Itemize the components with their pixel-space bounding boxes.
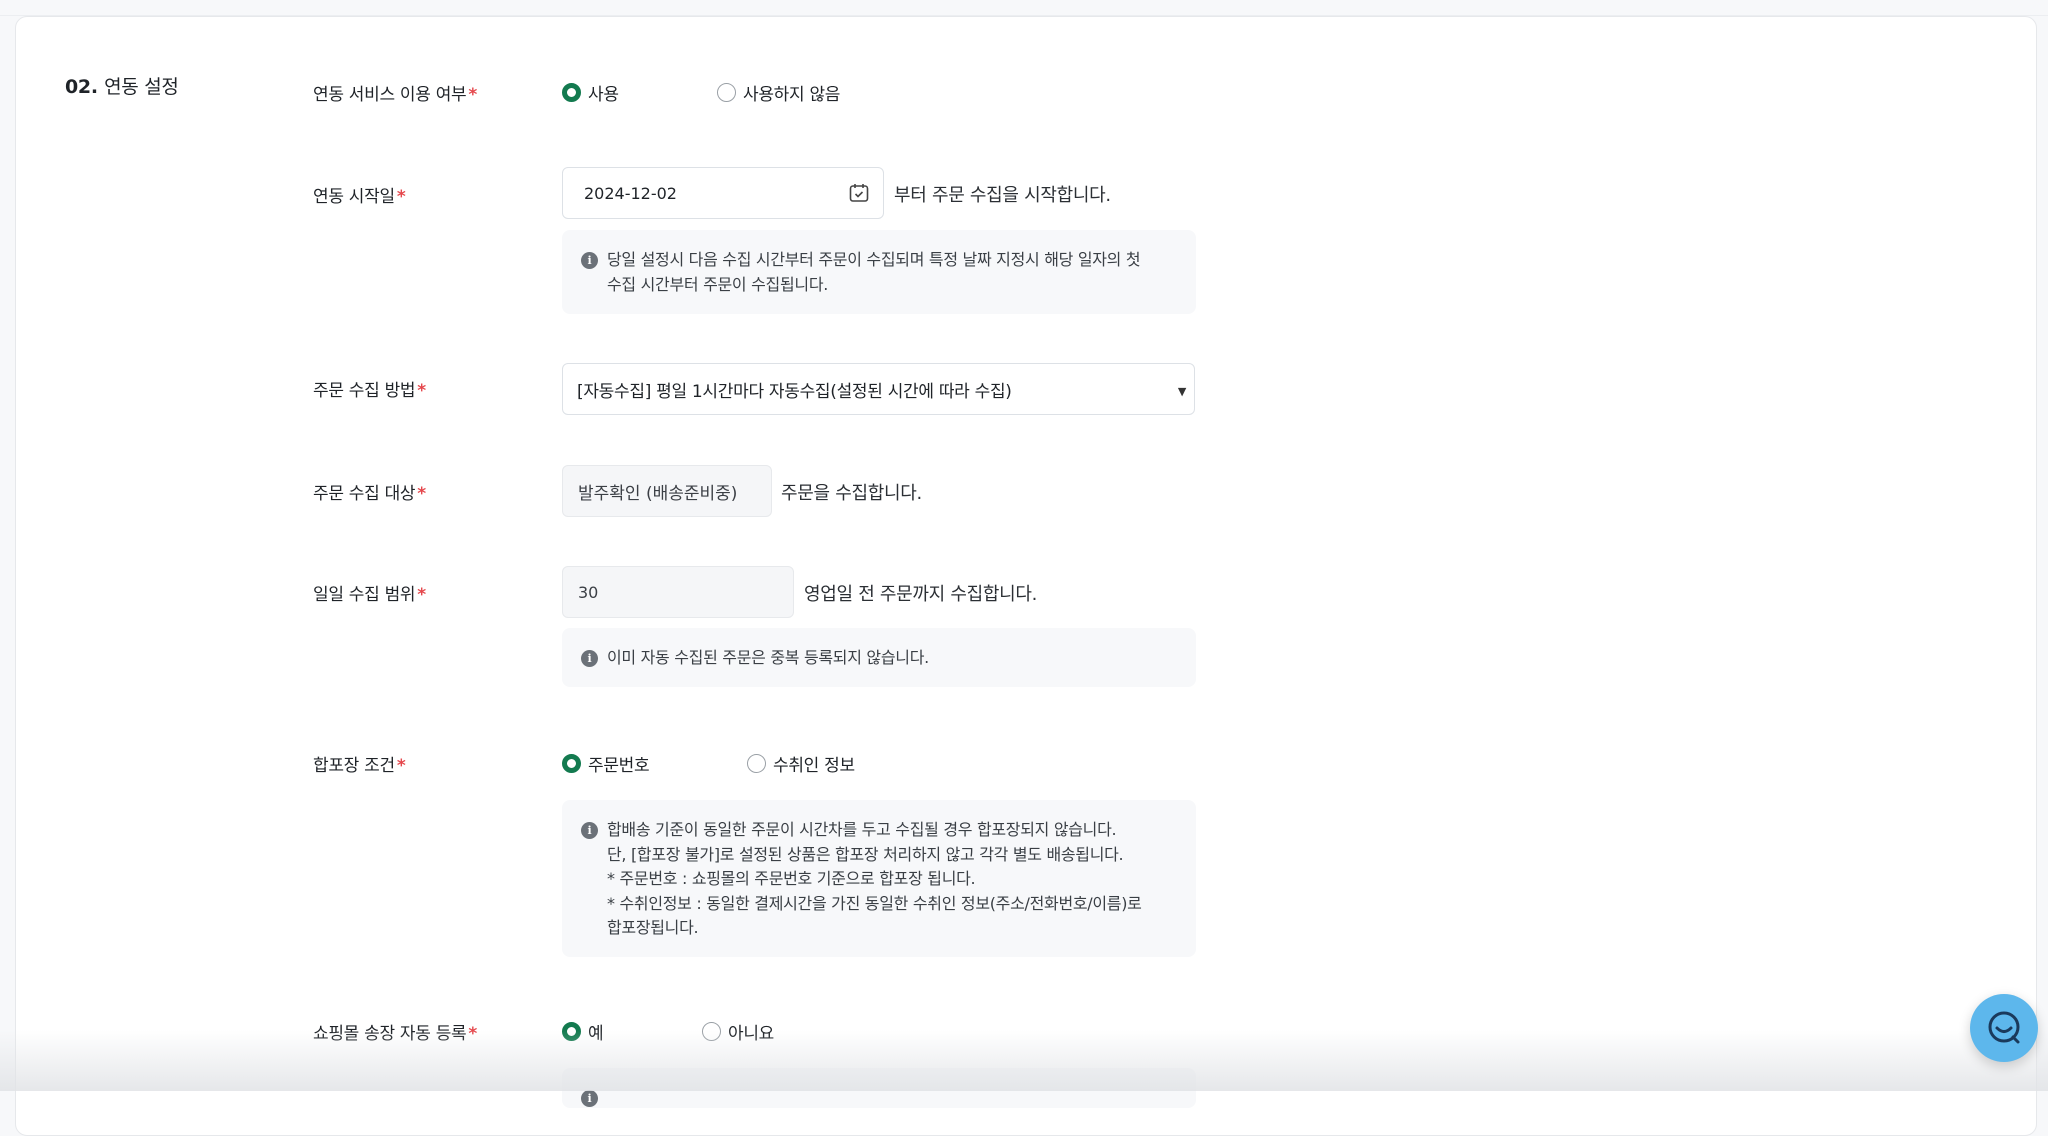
caret-down-icon: ▼	[1177, 385, 1186, 398]
collect-target-suffix: 주문을 수집합니다.	[781, 483, 922, 504]
daily-range-suffix: 영업일 전 주문까지 수집합니다.	[804, 584, 1038, 605]
radio-auto-invoice-yes[interactable]: 예	[562, 1019, 604, 1044]
section-title: 02. 연동 설정	[65, 72, 179, 99]
radio-service-use-no[interactable]: 사용하지 않음	[717, 80, 840, 105]
radio-auto-invoice-no[interactable]: 아니요	[702, 1019, 774, 1044]
start-date-suffix: 부터 주문 수집을 시작합니다.	[894, 185, 1111, 206]
required-mark: *	[468, 1024, 477, 1044]
radio-combine-order-number[interactable]: 주문번호	[562, 751, 650, 776]
required-mark: *	[417, 484, 426, 504]
start-date-info: i 당일 설정시 다음 수집 시간부터 주문이 수집되며 특정 날짜 지정시 해…	[562, 230, 1196, 314]
combine-condition-label: 합포장 조건 *	[313, 756, 406, 776]
service-use-label: 연동 서비스 이용 여부 *	[313, 85, 477, 105]
info-icon: i	[581, 650, 598, 667]
collect-method-label: 주문 수집 방법 *	[313, 381, 426, 401]
radio-dot	[717, 83, 736, 102]
info-icon: i	[581, 1090, 598, 1107]
start-date-input[interactable]: 2024-12-02	[562, 167, 884, 219]
radio-dot	[562, 1022, 581, 1041]
collect-target-field: 발주확인 (배송준비중)	[562, 465, 772, 517]
daily-range-info: i 이미 자동 수집된 주문은 중복 등록되지 않습니다.	[562, 628, 1196, 687]
radio-dot	[562, 754, 581, 773]
radio-dot	[702, 1022, 721, 1041]
required-mark: *	[468, 85, 477, 105]
collect-target-label: 주문 수집 대상 *	[313, 484, 426, 504]
chat-button[interactable]	[1970, 994, 2038, 1062]
info-icon: i	[581, 252, 598, 269]
combine-condition-info: i 합배송 기준이 동일한 주문이 시간차를 두고 수집될 경우 합포장되지 않…	[562, 800, 1196, 957]
required-mark: *	[396, 756, 406, 776]
collect-method-select[interactable]: [자동수집] 평일 1시간마다 자동수집(설정된 시간에 따라 수집) ▼	[562, 363, 1195, 415]
daily-range-label: 일일 수집 범위 *	[313, 585, 426, 605]
auto-invoice-info: i	[562, 1068, 1196, 1108]
radio-service-use-yes[interactable]: 사용	[562, 80, 619, 105]
top-strip	[0, 0, 2048, 16]
required-mark: *	[396, 187, 406, 207]
required-mark: *	[417, 381, 426, 401]
auto-invoice-label: 쇼핑몰 송장 자동 등록 *	[313, 1024, 477, 1044]
chat-icon	[1988, 1011, 2020, 1044]
section-number: 02.	[65, 76, 98, 98]
calendar-icon[interactable]	[847, 181, 871, 205]
start-date-label: 연동 시작일 *	[313, 187, 406, 207]
required-mark: *	[417, 585, 426, 605]
radio-dot	[562, 83, 581, 102]
info-icon: i	[581, 822, 598, 839]
radio-dot	[747, 754, 766, 773]
radio-combine-recipient[interactable]: 수취인 정보	[747, 751, 855, 776]
section-name: 연동 설정	[104, 76, 179, 98]
daily-range-input[interactable]: 30	[562, 566, 794, 618]
